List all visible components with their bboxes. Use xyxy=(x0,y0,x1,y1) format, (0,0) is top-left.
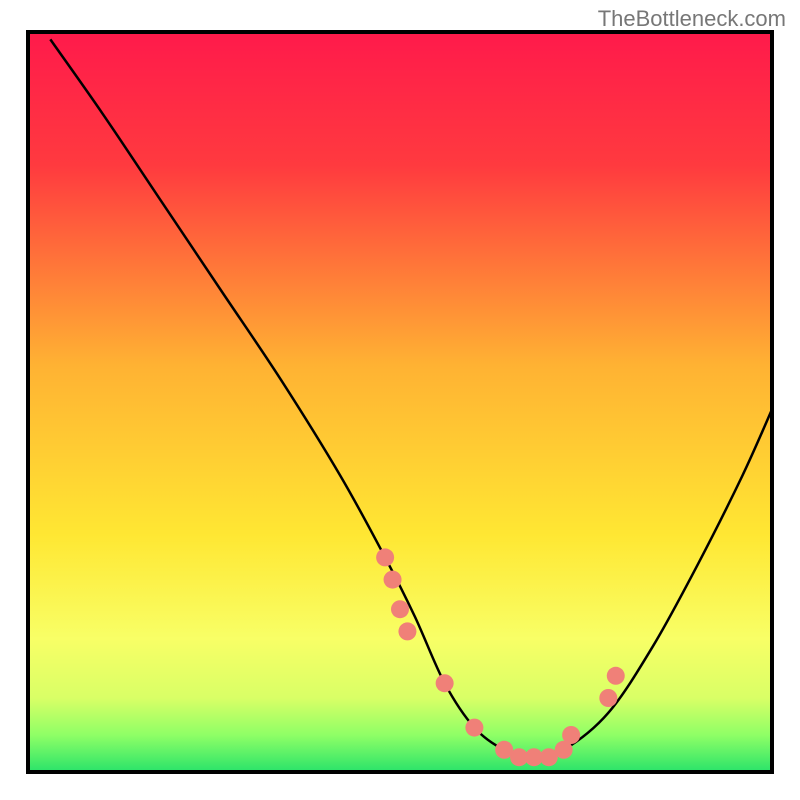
bottleneck-chart xyxy=(0,0,800,800)
data-point xyxy=(599,689,617,707)
data-point xyxy=(376,548,394,566)
attribution-label: TheBottleneck.com xyxy=(598,6,786,32)
gradient-background xyxy=(28,32,772,772)
data-point xyxy=(384,571,402,589)
data-point xyxy=(562,726,580,744)
data-point xyxy=(436,674,454,692)
data-point xyxy=(398,622,416,640)
data-point xyxy=(465,719,483,737)
plot-area xyxy=(28,32,772,772)
chart-container: TheBottleneck.com xyxy=(0,0,800,800)
data-point xyxy=(391,600,409,618)
data-point xyxy=(607,667,625,685)
